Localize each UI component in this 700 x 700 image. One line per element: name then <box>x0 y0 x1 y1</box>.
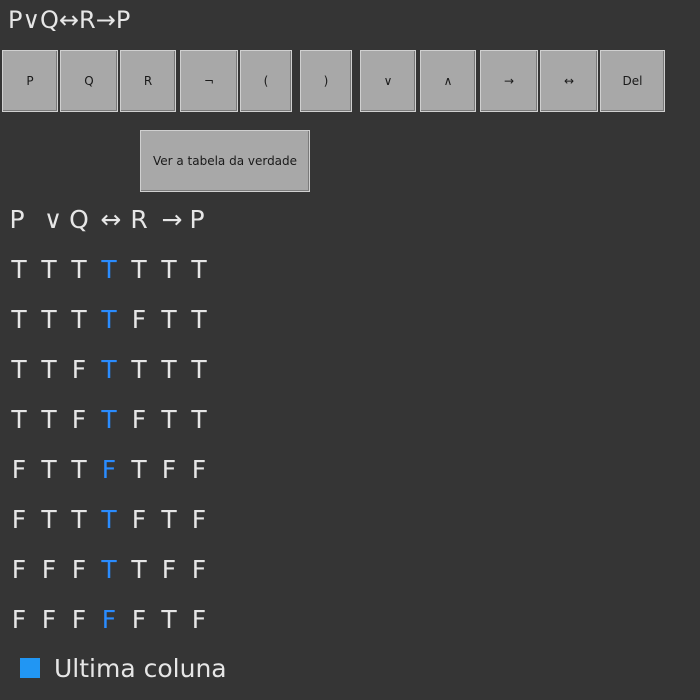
truth-cell: F <box>11 605 27 634</box>
iff-button[interactable]: ↔ <box>540 50 598 112</box>
truth-cell: T <box>131 255 147 284</box>
truth-cell: T <box>41 455 57 484</box>
show-truth-table-button[interactable]: Ver a tabela da verdade <box>140 130 310 192</box>
truth-table-row: T T F T F T T <box>0 400 260 440</box>
truth-cell: T <box>71 505 87 534</box>
truth-cell: F <box>191 455 207 484</box>
truth-table-header: P ∨ Q ↔ R → P <box>0 200 260 240</box>
r-button[interactable]: R <box>120 50 176 112</box>
header-cell: Q <box>69 205 89 234</box>
truth-cell: T <box>41 355 57 384</box>
truth-cell: T <box>191 305 207 334</box>
truth-cell: T <box>191 255 207 284</box>
truth-cell: F <box>191 605 207 634</box>
not-button[interactable]: ¬ <box>180 50 238 112</box>
expression-display: P∨Q↔R→P <box>8 6 131 34</box>
truth-cell: T <box>11 255 27 284</box>
truth-cell: F <box>71 605 87 634</box>
truth-cell: F <box>41 555 57 584</box>
legend-swatch <box>20 658 40 678</box>
truth-cell: T <box>191 355 207 384</box>
truth-table-row: F F F T T F F <box>0 550 260 590</box>
truth-cell: T <box>161 405 177 434</box>
truth-cell: T <box>131 555 147 584</box>
header-cell: ↔ <box>100 205 122 234</box>
truth-cell: T <box>161 305 177 334</box>
truth-cell: T <box>161 505 177 534</box>
and-button[interactable]: ∧ <box>420 50 476 112</box>
result-cell: F <box>101 605 117 634</box>
truth-cell: F <box>71 555 87 584</box>
truth-cell: T <box>71 305 87 334</box>
implies-button[interactable]: → <box>480 50 538 112</box>
header-cell: P <box>189 205 205 234</box>
truth-cell: T <box>191 405 207 434</box>
truth-cell: T <box>11 305 27 334</box>
truth-cell: F <box>71 405 87 434</box>
result-cell: F <box>101 455 117 484</box>
truth-cell: T <box>161 255 177 284</box>
truth-cell: F <box>71 355 87 384</box>
truth-cell: T <box>161 355 177 384</box>
truth-cell: T <box>161 605 177 634</box>
result-cell: T <box>101 555 117 584</box>
result-cell: T <box>101 355 117 384</box>
p-button[interactable]: P <box>2 50 58 112</box>
truth-cell: F <box>161 555 177 584</box>
truth-cell: T <box>131 455 147 484</box>
truth-cell: T <box>71 255 87 284</box>
truth-cell: F <box>11 455 27 484</box>
truth-cell: F <box>131 305 147 334</box>
result-cell: T <box>101 505 117 534</box>
truth-cell: F <box>41 605 57 634</box>
result-cell: T <box>101 405 117 434</box>
or-button[interactable]: ∨ <box>360 50 416 112</box>
open-paren-button[interactable]: ( <box>240 50 292 112</box>
truth-cell: F <box>131 405 147 434</box>
header-cell: P <box>9 205 25 234</box>
truth-cell: T <box>41 505 57 534</box>
truth-cell: T <box>11 405 27 434</box>
truth-cell: T <box>11 355 27 384</box>
result-cell: T <box>101 305 117 334</box>
truth-table-row: F F F F F T F <box>0 600 260 640</box>
truth-table-row: F T T T F T F <box>0 500 260 540</box>
truth-cell: F <box>11 555 27 584</box>
delete-button[interactable]: Del <box>600 50 665 112</box>
result-cell: T <box>101 255 117 284</box>
truth-cell: T <box>41 305 57 334</box>
truth-cell: F <box>191 555 207 584</box>
header-cell: R <box>130 205 148 234</box>
truth-cell: T <box>41 255 57 284</box>
truth-cell: F <box>191 505 207 534</box>
truth-cell: T <box>41 405 57 434</box>
truth-cell: F <box>11 505 27 534</box>
close-paren-button[interactable]: ) <box>300 50 352 112</box>
truth-table-row: T T T T T T T <box>0 250 260 290</box>
truth-cell: F <box>131 505 147 534</box>
truth-cell: T <box>131 355 147 384</box>
truth-cell: T <box>71 455 87 484</box>
truth-table-row: T T T T F T T <box>0 300 260 340</box>
truth-cell: F <box>131 605 147 634</box>
legend-label: Ultima coluna <box>54 654 227 683</box>
q-button[interactable]: Q <box>60 50 118 112</box>
truth-table-row: F T T F T F F <box>0 450 260 490</box>
truth-table-row: T T F T T T T <box>0 350 260 390</box>
truth-cell: F <box>161 455 177 484</box>
